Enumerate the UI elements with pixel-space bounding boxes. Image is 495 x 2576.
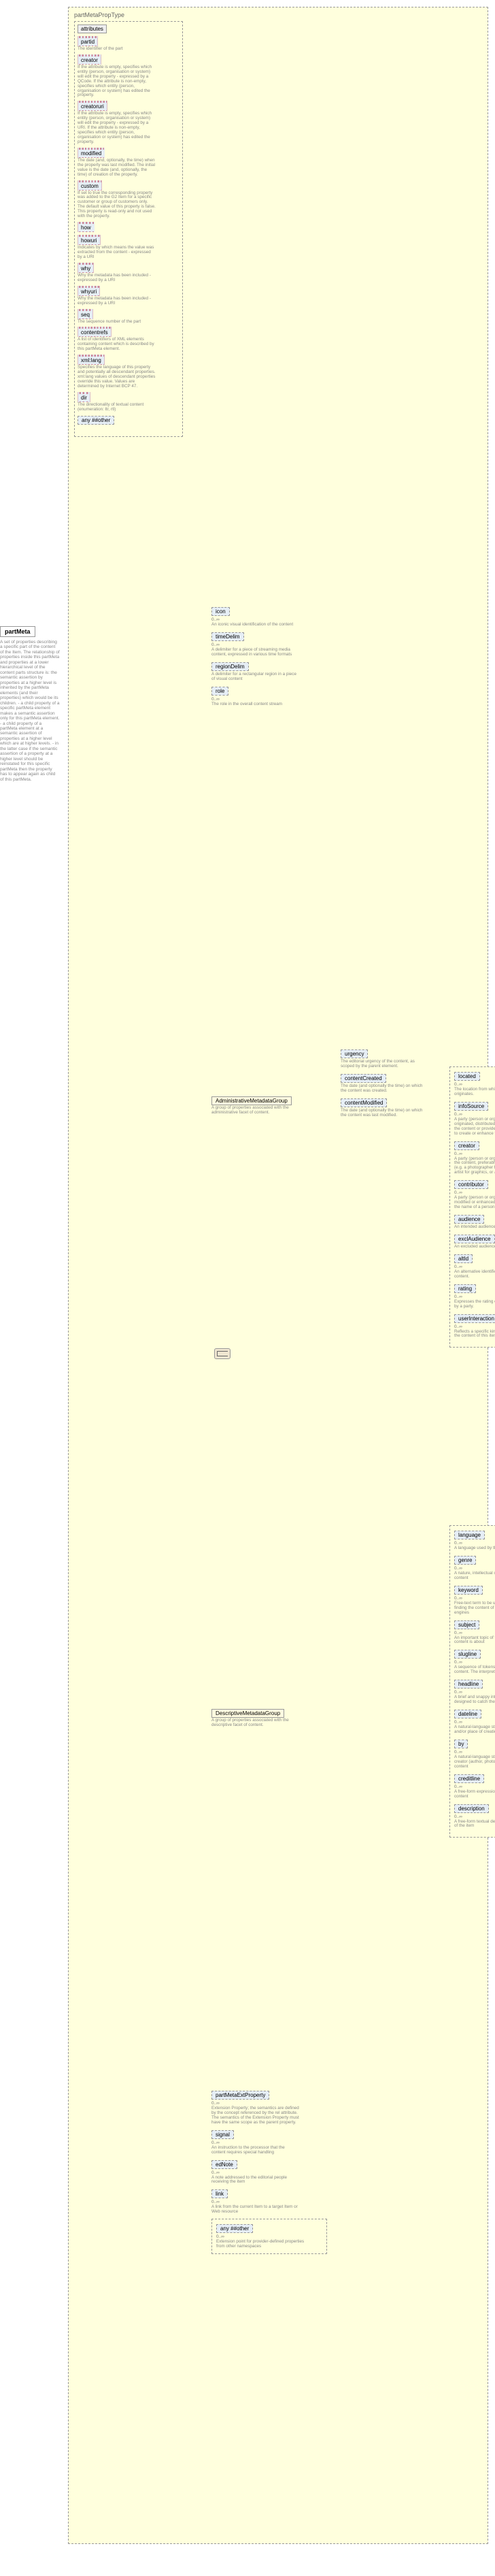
root-desc: A set of properties describing a specifi… [0,640,60,782]
attr-dir: dir [78,392,90,402]
elem-creditline: creditline [454,1774,484,1783]
attr-custom: custom [78,180,102,191]
elem-dateline: dateline [454,1710,481,1718]
attr-howuri: howuri [78,235,101,245]
ext-prop-desc: Extension Property; the semantics are de… [211,2106,300,2125]
elem-keyword: keyword [454,1586,483,1595]
any-elem-desc: Extension point for provider-defined pro… [216,2240,305,2249]
admin-group: AdministrativeMetadataGroup [211,1096,292,1105]
any-elem: any ##other [216,2224,253,2233]
elem-slugline: slugline [454,1650,481,1659]
admin-group-desc: A group of properties associated with th… [211,1106,300,1115]
elem-genre: genre [454,1556,476,1565]
elem-rating: rating [454,1284,476,1293]
any-elem-occ: 0..∞ [216,2234,322,2239]
ext-prop-occ: 0..∞ [211,2101,327,2106]
attr-seq: seq [78,309,93,319]
elem-infoSource: infoSource [454,1102,488,1111]
attr-modified: modified [78,148,105,158]
elem-exclAudience: exclAudience [454,1235,495,1243]
elem-description: description [454,1804,489,1813]
attr-contentrefs: contentrefs [78,327,112,337]
elem-edNote: edNote [211,2160,237,2169]
attr-how: how [78,222,95,232]
attr-why: why [78,263,94,273]
attr-creatoruri: creatoruri [78,101,107,111]
elem-audience: audience [454,1215,484,1224]
attr-header: attributes [78,25,107,33]
attr-partid: partid [78,36,98,46]
elem-urgency: urgency [341,1049,368,1058]
attr-creator: creator [78,54,101,65]
elem-contentModified: contentModified [341,1098,387,1107]
elem-located: located [454,1072,480,1081]
desc-group-desc: A group of properties associated with th… [211,1718,300,1728]
elem-contributor: contributor [454,1180,488,1189]
ext-prop: partMetaExtProperty [211,2091,269,2100]
attr-whyuri: whyuri [78,286,100,296]
elem-subject: subject [454,1620,479,1629]
elem-timeDelim: timeDelim [211,632,244,641]
type-name: partMetaPropType [74,12,482,18]
elem-altId: altId [454,1254,473,1263]
any-attr: any ##other [78,416,114,425]
elem-link: link [211,2189,228,2198]
elem-regionDelim: regionDelim [211,662,249,671]
elem-userInteraction: userInteraction [454,1314,495,1323]
elem-icon: icon [211,607,230,616]
elem-signal: signal [211,2130,234,2139]
sequence-connector [214,1348,231,1359]
attr-xml:lang: xml:lang [78,355,105,365]
desc-group: DescriptiveMetadataGroup [211,1709,284,1718]
attributes-box: attributes partidThe identifier of the p… [74,21,183,437]
elem-by: by [454,1740,468,1748]
root-element: partMeta [0,626,35,637]
elem-creator: creator [454,1141,479,1150]
elem-contentCreated: contentCreated [341,1074,386,1083]
elem-language: language [454,1531,485,1539]
elem-role: role [211,687,228,696]
elem-headline: headline [454,1680,483,1689]
